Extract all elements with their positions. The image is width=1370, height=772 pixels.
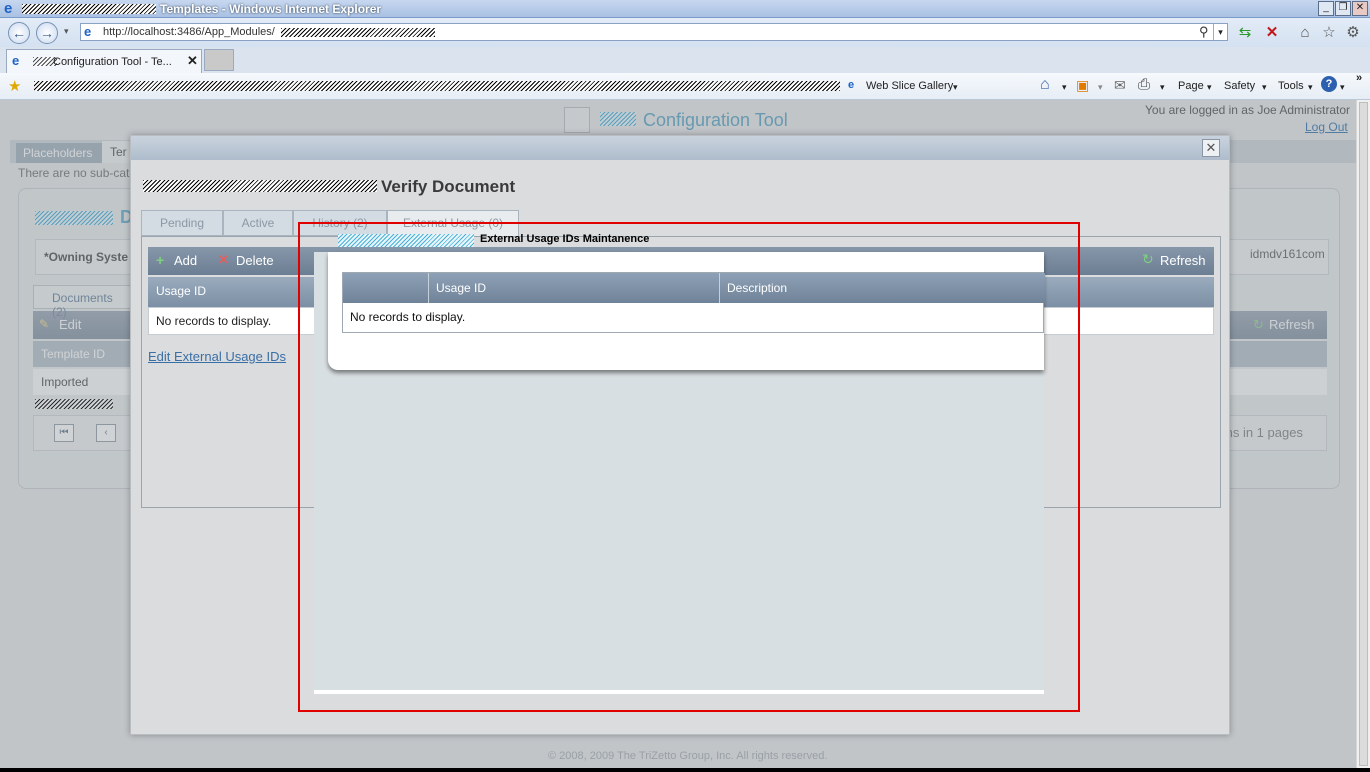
back-icon[interactable]: ← [8,22,30,44]
delete-button[interactable]: Delete [236,253,274,268]
url-text: http://localhost:3486/App_Modules/ [103,26,275,38]
redacted-text [281,28,435,37]
tab-pending[interactable]: Pending [141,210,223,236]
page-scrollbar[interactable] [1356,100,1370,768]
tab-label: Configuration Tool - Te... [53,56,172,68]
address-dropdown-icon[interactable]: ▾ [1213,24,1227,40]
safety-menu[interactable]: Safety [1224,80,1255,92]
stop-icon[interactable]: ✕ [1262,23,1282,43]
tools-menu[interactable]: Tools [1278,80,1304,92]
refresh-icon: ↻ [1142,251,1154,267]
window-title-bar: e Templates - Windows Internet Explorer … [0,0,1370,18]
new-tab-button[interactable] [204,49,234,71]
ie-logo-icon: e [4,0,13,17]
modal-header [131,136,1229,160]
edit-external-usage-link[interactable]: Edit External Usage IDs [148,349,286,364]
scrollbar-thumb[interactable] [1359,102,1368,766]
more-chevron-icon[interactable]: » [1356,72,1362,84]
refresh-button[interactable]: Refresh [1160,253,1206,268]
refresh-icon[interactable]: ⇆ [1235,23,1255,43]
ie-tab-icon: e [12,53,20,68]
address-bar[interactable]: e http://localhost:3486/App_Modules/ ⚲ ▾ [80,23,1228,41]
page-menu[interactable]: Page [1178,80,1204,92]
search-icon[interactable]: ⚲ [1199,24,1209,40]
page-icon: e [84,24,92,39]
modal-title: Verify Document [381,177,516,196]
minimize-button[interactable]: _ [1318,1,1334,16]
home-icon[interactable]: ⌂ [1295,23,1315,43]
address-toolbar: ← → ▾ e http://localhost:3486/App_Module… [0,18,1370,47]
close-icon[interactable]: ✕ [1202,139,1220,157]
close-window-button[interactable]: ✕ [1352,1,1368,16]
rss-feed-icon[interactable]: ▣ [1076,77,1089,94]
history-dropdown-icon[interactable]: ▾ [64,26,69,37]
highlight-box [298,222,1080,712]
chevron-down-icon[interactable]: ▾ [1062,82,1067,93]
gear-icon[interactable]: ⚙ [1343,23,1363,43]
help-icon[interactable]: ? [1321,76,1337,92]
web-slice-icon: e [848,79,855,91]
mail-icon[interactable]: ✉ [1114,77,1126,94]
chevron-down-icon: ▾ [1207,82,1212,92]
favorites-star-icon[interactable]: ☆ [1319,23,1339,43]
redacted-text [143,180,377,192]
favorites-star-icon[interactable]: ★ [8,77,21,95]
tab-close-icon[interactable]: ✕ [187,53,198,69]
restore-button[interactable]: ❐ [1335,1,1351,16]
chevron-down-icon: ▾ [953,82,958,92]
chevron-down-icon: ▾ [1262,82,1267,92]
browser-tab-row: e Configuration Tool - Te... ✕ [0,47,1370,73]
delete-icon: ✕ [218,252,229,267]
chevron-down-icon: ▾ [1340,82,1345,92]
add-icon: + [156,252,165,268]
window-title: Templates - Windows Internet Explorer [160,2,382,16]
add-button[interactable]: Add [174,253,197,268]
print-icon[interactable]: ⎙ [1138,76,1150,93]
chevron-down-icon: ▾ [1098,82,1103,92]
chevron-down-icon[interactable]: ▾ [1160,82,1165,93]
redacted-text [22,4,156,14]
chevron-down-icon: ▾ [1308,82,1313,92]
status-edge [0,768,1370,772]
browser-tab[interactable]: e Configuration Tool - Te... ✕ [6,49,202,73]
favorites-bar: ★ e Web Slice Gallery ▾ ⌂ ▾ ▣ ▾ ✉ ⎙ ▾ Pa… [0,72,1370,100]
forward-icon[interactable]: → [36,22,58,44]
web-slice-gallery-link[interactable]: Web Slice Gallery [866,80,953,92]
home-icon[interactable]: ⌂ [1040,76,1050,94]
redacted-links[interactable] [34,81,840,91]
tab-active[interactable]: Active [223,210,293,236]
